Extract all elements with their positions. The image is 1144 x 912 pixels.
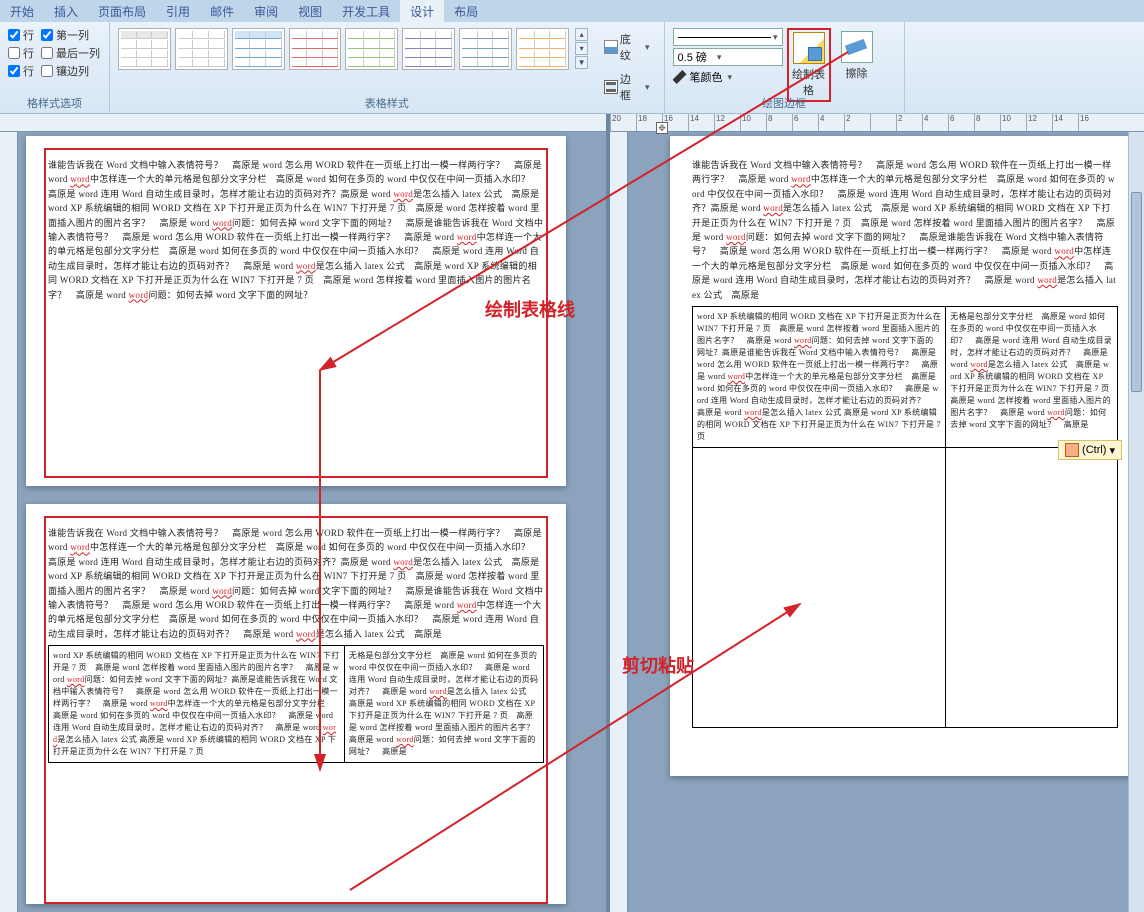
vertical-scrollbar[interactable] <box>1128 132 1144 912</box>
body-text[interactable]: 谁能告诉我在 Word 文档中输入表情符号？ 高原是 word 怎么用 WORD… <box>692 158 1118 302</box>
ribbon-tab-审阅[interactable]: 审阅 <box>244 0 288 22</box>
paste-options-label: (Ctrl) <box>1082 444 1106 456</box>
style-option-行[interactable]: 行 <box>8 27 35 43</box>
document-page[interactable]: 谁能告诉我在 Word 文档中输入表情符号？ 高原是 word 怎么用 WORD… <box>26 504 566 904</box>
draw-table-button[interactable]: 绘制表格 <box>787 28 831 102</box>
paste-icon <box>1065 443 1079 457</box>
ribbon-tab-邮件[interactable]: 邮件 <box>200 0 244 22</box>
ribbon-group-draw-borders: 0.5 磅 笔颜色 绘制表格 擦除 绘图边框 <box>665 22 905 113</box>
pen-color-label: 笔颜色 <box>690 69 723 85</box>
style-option-第一列[interactable]: 第一列 <box>41 27 101 43</box>
checkbox[interactable] <box>8 47 20 59</box>
ribbon-tab-开始[interactable]: 开始 <box>0 0 44 22</box>
style-gallery-spinner: ▴ ▾ ▼ <box>575 28 589 69</box>
checkbox[interactable] <box>8 65 20 77</box>
group-label: 格样式选项 <box>0 95 109 111</box>
eraser-button[interactable]: 擦除 <box>835 28 879 84</box>
annotation-text-paste: 剪切粘贴 <box>622 652 694 678</box>
ribbon-tab-布局[interactable]: 布局 <box>444 0 488 22</box>
style-scroll-down[interactable]: ▾ <box>575 42 589 55</box>
checkbox[interactable] <box>41 47 53 59</box>
style-option-镶边列[interactable]: 镶边列 <box>41 63 101 79</box>
checkbox[interactable] <box>41 29 53 41</box>
eraser-icon <box>841 31 873 63</box>
style-expand[interactable]: ▼ <box>575 56 589 69</box>
chevron-down-icon: ▾ <box>1109 444 1115 457</box>
scrollbar-thumb[interactable] <box>1131 192 1142 392</box>
ribbon-group-table-style-options: 行第一列行最后一列行镶边列 格样式选项 <box>0 22 110 113</box>
ribbon-tab-页面布局[interactable]: 页面布局 <box>88 0 156 22</box>
ribbon-tab-视图[interactable]: 视图 <box>288 0 332 22</box>
line-style-select[interactable] <box>673 28 783 46</box>
style-option-行[interactable]: 行 <box>8 45 35 61</box>
style-option-行[interactable]: 行 <box>8 63 35 79</box>
group-label: 绘图边框 <box>665 95 904 111</box>
table-style-thumb[interactable] <box>516 28 569 70</box>
checkbox[interactable] <box>8 29 20 41</box>
line-weight-select[interactable]: 0.5 磅 <box>673 48 783 66</box>
document-pane-right: 2018161412108642246810121416 ✥ 谁能告诉我在 Wo… <box>610 114 1144 912</box>
horizontal-ruler[interactable]: 2018161412108642246810121416 <box>610 114 1144 132</box>
paste-options-button[interactable]: (Ctrl) ▾ <box>1058 440 1122 460</box>
ribbon-tab-设计[interactable]: 设计 <box>400 0 444 22</box>
draw-table-icon <box>793 32 825 64</box>
vertical-ruler[interactable] <box>610 132 628 912</box>
body-text[interactable]: 谁能告诉我在 Word 文档中输入表情符号？ 高原是 word 怎么用 WORD… <box>48 526 544 641</box>
body-text[interactable]: 谁能告诉我在 Word 文档中输入表情符号？ 高原是 word 怎么用 WORD… <box>48 158 544 302</box>
ribbon-group-table-styles: ▴ ▾ ▼ 底纹 边框 表格样式 <box>110 22 665 113</box>
table-style-thumb[interactable] <box>402 28 455 70</box>
document-area: 谁能告诉我在 Word 文档中输入表情符号？ 高原是 word 怎么用 WORD… <box>0 114 1144 912</box>
ribbon: 行第一列行最后一列行镶边列 格样式选项 ▴ ▾ ▼ 底纹 边框 表格样式 <box>0 22 1144 114</box>
style-scroll-up[interactable]: ▴ <box>575 28 589 41</box>
ribbon-tab-引用[interactable]: 引用 <box>156 0 200 22</box>
group-label: 表格样式 <box>110 95 664 111</box>
horizontal-ruler[interactable] <box>0 114 606 132</box>
shading-label: 底纹 <box>620 31 641 63</box>
eraser-label: 擦除 <box>846 68 868 80</box>
table-style-thumb[interactable] <box>289 28 342 70</box>
vertical-ruler[interactable] <box>0 132 18 912</box>
shading-button[interactable]: 底纹 <box>598 28 655 66</box>
table-move-handle[interactable]: ✥ <box>656 122 668 134</box>
table-style-thumb[interactable] <box>345 28 398 70</box>
document-pane-left: 谁能告诉我在 Word 文档中输入表情符号？ 高原是 word 怎么用 WORD… <box>0 114 610 912</box>
annotation-text-draw: 绘制表格线 <box>485 296 575 322</box>
table-style-thumb[interactable] <box>459 28 512 70</box>
document-table[interactable]: word XP 系统编辑的相同 WORD 文档在 XP 下打开是正页为什么在 W… <box>692 306 1118 728</box>
document-page[interactable]: ✥ 谁能告诉我在 Word 文档中输入表情符号？ 高原是 word 怎么用 WO… <box>670 136 1140 776</box>
shading-icon <box>604 40 618 54</box>
checkbox[interactable] <box>41 65 53 77</box>
pen-icon <box>673 70 687 84</box>
borders-icon <box>604 80 618 94</box>
ribbon-tab-插入[interactable]: 插入 <box>44 0 88 22</box>
table-style-thumb[interactable] <box>175 28 228 70</box>
draw-table-label: 绘制表格 <box>792 69 825 97</box>
table-style-thumb[interactable] <box>118 28 171 70</box>
ribbon-tab-bar: 开始插入页面布局引用邮件审阅视图开发工具设计布局 <box>0 0 1144 22</box>
ribbon-tab-开发工具[interactable]: 开发工具 <box>332 0 400 22</box>
weight-value: 0.5 磅 <box>678 49 707 65</box>
document-table[interactable]: word XP 系统编辑的相同 WORD 文档在 XP 下打开是正页为什么在 W… <box>48 645 544 763</box>
style-option-最后一列[interactable]: 最后一列 <box>41 45 101 61</box>
pen-color-button[interactable]: 笔颜色 <box>673 69 783 85</box>
table-style-thumb[interactable] <box>232 28 285 70</box>
